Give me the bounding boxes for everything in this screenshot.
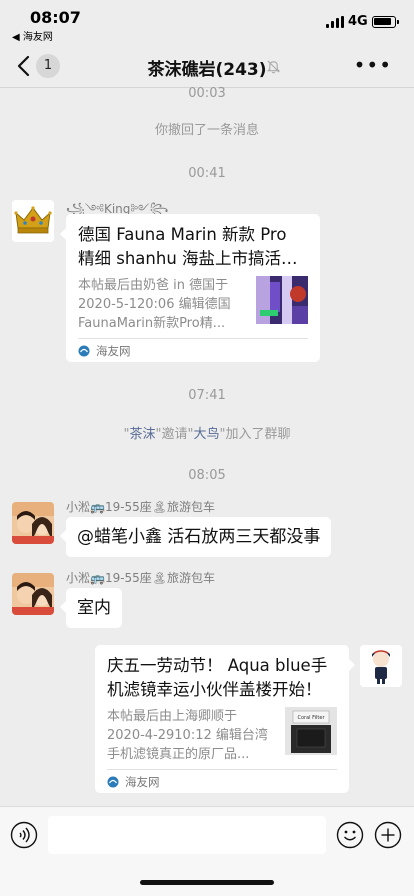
card-title: 德国 Fauna Marin 新款 Pro 精细 shanhu 海盐上市搞活动！…: [78, 225, 287, 268]
timestamp: 07:41: [188, 388, 226, 403]
source-logo-icon: [107, 776, 119, 788]
signal-icon: [326, 16, 344, 28]
recall-notice: 你撤回了一条消息: [154, 123, 259, 138]
timestamp: 08:05: [188, 468, 226, 483]
inviter-link[interactable]: 茶沫: [130, 427, 156, 442]
status-time: 08:07: [30, 8, 81, 27]
timestamp: 00:41: [188, 166, 226, 181]
my-avatar[interactable]: [360, 645, 402, 687]
card-source: 海友网: [96, 344, 131, 358]
card-divider: [107, 769, 337, 770]
message-bubble[interactable]: @蜡笔小鑫 活石放两三天都没事: [59, 517, 332, 557]
message-input[interactable]: [48, 816, 326, 854]
mute-bell-icon: [266, 60, 281, 74]
card-description: 本帖最后由上海卿顺于 2020-4-2910:12 编辑台湾手机滤镜真正的原厂品…: [107, 709, 268, 762]
sender-name: 小淞🚌19-55座🏝旅游包车: [66, 500, 216, 514]
card-source: 海友网: [125, 775, 160, 789]
back-to-app-link[interactable]: ◀ 海友网: [12, 28, 53, 43]
sender-name: 小淞🚌19-55座🏝旅游包车: [66, 571, 216, 585]
network-type: 4G: [348, 14, 368, 29]
timestamp: 00:03: [188, 86, 226, 101]
card-description: 本帖最后由奶爸 in 德国于 2020-5-120:06 编辑德国 FaunaM…: [78, 278, 231, 331]
svg-text:Coral Filter: Coral Filter: [297, 715, 325, 721]
card-title: 庆五一劳动节！ Aqua blue手机滤镜幸运小伙伴盖楼开始！: [107, 656, 328, 699]
chat-title[interactable]: 茶沫礁岩(243): [0, 55, 414, 80]
card-divider: [78, 338, 308, 339]
plus-icon[interactable]: [374, 821, 402, 849]
card-thumbnail: [256, 276, 308, 324]
voice-input-icon[interactable]: [10, 821, 38, 849]
group-join-notice: "茶沫"邀请"大鸟"加入了群聊: [123, 427, 291, 442]
crown-icon: [12, 200, 54, 242]
couple-photo-icon: [12, 502, 54, 544]
status-bar: 08:07 ◀ 海友网 4G: [0, 0, 414, 44]
king-avatar[interactable]: [12, 200, 54, 242]
more-options-button[interactable]: •••: [354, 55, 392, 75]
link-card[interactable]: 德国 Fauna Marin 新款 Pro 精细 shanhu 海盐上市搞活动！…: [60, 214, 320, 362]
link-card[interactable]: 庆五一劳动节！ Aqua blue手机滤镜幸运小伙伴盖楼开始！ 本帖最后由上海卿…: [95, 645, 355, 793]
chat-header: 1 茶沫礁岩(243) •••: [0, 44, 414, 88]
card-thumbnail: Coral Filter: [285, 707, 337, 755]
cartoon-avatar-icon: [360, 645, 402, 687]
user-avatar[interactable]: [12, 573, 54, 615]
message-bubble[interactable]: 室内: [60, 588, 122, 628]
emoji-icon[interactable]: [336, 821, 364, 849]
home-indicator[interactable]: [140, 880, 274, 885]
battery-icon: [372, 16, 399, 28]
user-avatar[interactable]: [12, 502, 54, 544]
invitee-link[interactable]: 大鸟: [193, 427, 219, 442]
source-logo-icon: [78, 345, 90, 357]
couple-photo-icon: [12, 573, 54, 615]
